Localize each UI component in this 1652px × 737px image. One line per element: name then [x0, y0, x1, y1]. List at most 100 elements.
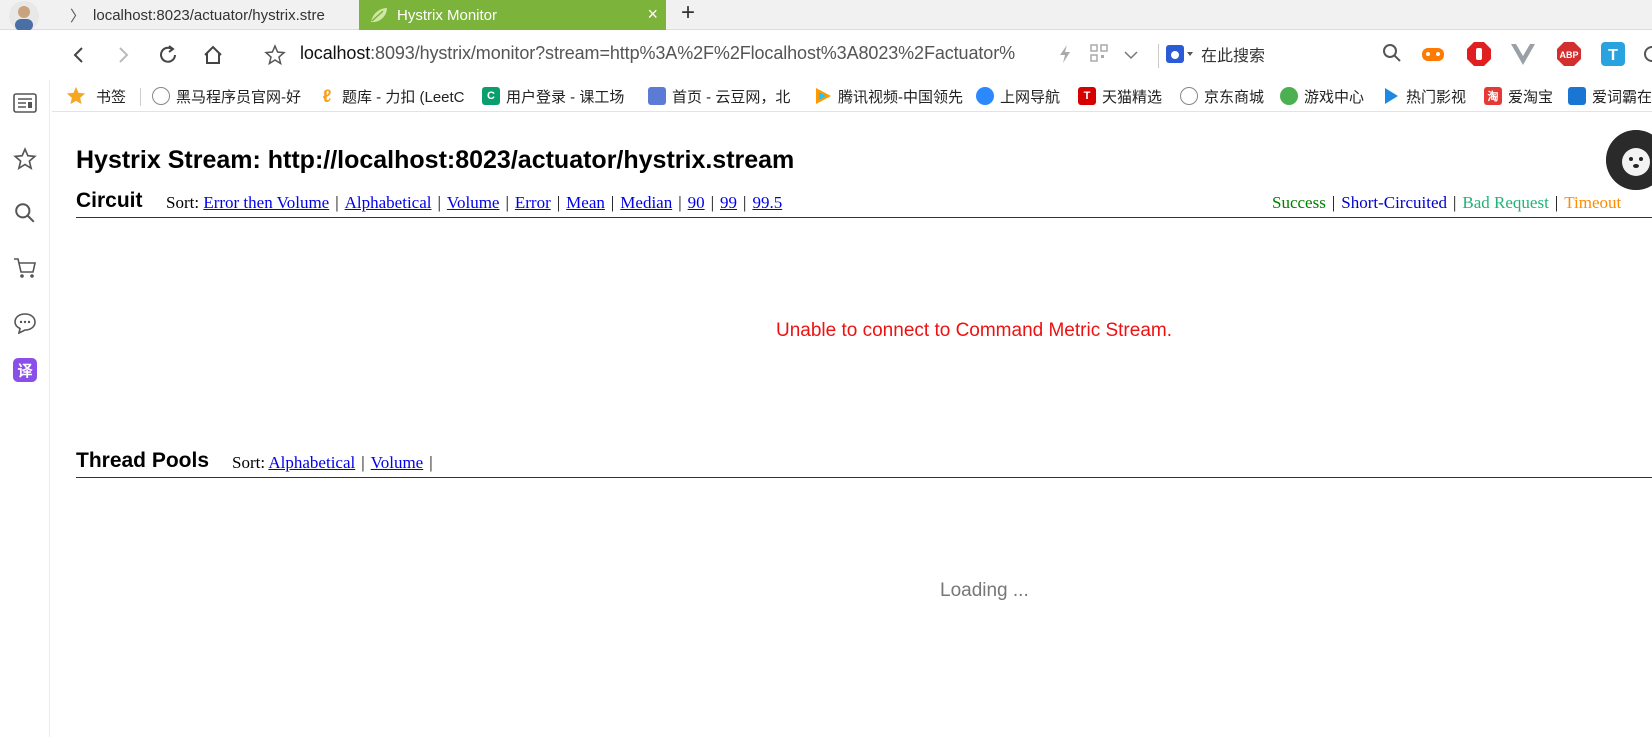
bookmark-star-icon[interactable]	[262, 42, 288, 68]
bookmark-item[interactable]: 书签	[66, 84, 126, 108]
bookmark-label: 游戏中心	[1304, 88, 1365, 106]
new-tab-button[interactable]: +	[676, 1, 700, 25]
back-button[interactable]	[66, 42, 92, 68]
bookmark-item[interactable]: C 用户登录 - 课工场	[482, 84, 632, 108]
home-button[interactable]	[200, 42, 226, 68]
thread-pools-section-header: Thread Pools Sort: Alphabetical | Volume |	[76, 448, 1652, 478]
legend-short-circuited: Short-Circuited	[1341, 193, 1447, 212]
chevron-down-icon[interactable]	[1124, 47, 1138, 65]
adblock-icon[interactable]	[1466, 41, 1492, 67]
sort-mean-link[interactable]: Mean	[566, 193, 605, 212]
news-icon[interactable]	[12, 90, 38, 116]
search-box[interactable]: 在此搜索	[1165, 42, 1265, 66]
circuit-heading: Circuit	[76, 189, 143, 212]
legend-success: Success	[1272, 193, 1326, 212]
avatar[interactable]	[4, 0, 42, 34]
yundou-icon	[648, 87, 666, 105]
bookmark-label: 书签	[96, 88, 127, 106]
bookmark-item[interactable]: 京东商城	[1180, 84, 1264, 108]
star-icon	[66, 86, 86, 106]
translate-extension-icon[interactable]: T	[1600, 41, 1626, 67]
url-path: :8093/hystrix/monitor?stream=http%3A%2F%…	[370, 43, 1015, 63]
page-title: Hystrix Stream: http://localhost:8023/ac…	[76, 146, 795, 174]
bookmark-item[interactable]: 上网导航	[976, 84, 1060, 108]
bookmark-item[interactable]: 热门影视	[1382, 84, 1466, 108]
bookmark-item[interactable]: 游戏中心	[1280, 84, 1364, 108]
navigation-bar: localhost:8093/hystrix/monitor?stream=ht…	[0, 30, 1652, 80]
globe-icon	[152, 87, 170, 105]
globe-icon	[1180, 87, 1198, 105]
address-bar[interactable]: localhost:8093/hystrix/monitor?stream=ht…	[300, 43, 1036, 64]
vue-devtools-icon[interactable]	[1510, 41, 1536, 67]
bookmark-item[interactable]: 腾讯视频-中国领先	[814, 84, 966, 108]
svg-text:ABP: ABP	[1559, 50, 1578, 60]
thread-pools-heading: Thread Pools	[76, 449, 210, 472]
sort-error-then-volume-link[interactable]: Error then Volume	[203, 193, 329, 212]
sort-99-5-link[interactable]: 99.5	[752, 193, 782, 212]
video-icon	[1382, 87, 1400, 105]
sort-label: Sort:	[232, 453, 266, 472]
bookmark-item[interactable]: T 天猫精选	[1078, 84, 1162, 108]
bookmark-label: 首页 - 云豆网，北	[672, 88, 791, 106]
lightning-icon[interactable]	[1058, 44, 1072, 69]
bookmark-item[interactable]: ℓ 题库 - 力扣 (LeetC	[318, 84, 472, 108]
search-engine-icon[interactable]	[1165, 43, 1193, 65]
game-extension-icon[interactable]	[1420, 41, 1446, 67]
kgc-icon: C	[482, 87, 500, 105]
bookmark-label: 黑马程序员官网-好	[176, 88, 301, 106]
bookmark-label: 用户登录 - 课工场	[506, 88, 625, 106]
sort-99-link[interactable]: 99	[720, 193, 737, 212]
bookmark-item[interactable]: 淘 爱淘宝	[1484, 84, 1553, 108]
star-icon[interactable]	[12, 146, 38, 172]
bookmark-label: 上网导航	[1000, 88, 1061, 106]
tmall-icon: T	[1078, 87, 1096, 105]
sort-alphabetical-link[interactable]: Alphabetical	[268, 453, 355, 472]
bookmarks-bar: 书签 黑马程序员官网-好 ℓ 题库 - 力扣 (LeetC C 用户登录 - 课…	[52, 80, 1652, 112]
sort-median-link[interactable]: Median	[620, 193, 672, 212]
thread-pools-sort-bar: Sort: Alphabetical | Volume |	[232, 453, 433, 472]
legend-bad-request: Bad Request	[1462, 193, 1549, 212]
bookmark-label: 天猫精选	[1102, 88, 1163, 106]
tencent-video-icon	[814, 87, 832, 105]
search-placeholder: 在此搜索	[1201, 48, 1266, 65]
bookmark-label: 爱淘宝	[1508, 88, 1554, 106]
forward-button[interactable]	[110, 42, 136, 68]
search-icon[interactable]	[12, 200, 38, 226]
reload-button[interactable]	[155, 42, 181, 68]
abp-icon[interactable]: ABP	[1556, 41, 1582, 67]
bookmark-label: 题库 - 力扣 (LeetC	[342, 88, 465, 106]
sort-error-link[interactable]: Error	[515, 193, 551, 212]
game-icon	[1280, 87, 1298, 105]
sort-volume-link[interactable]: Volume	[447, 193, 500, 212]
qr-code-icon[interactable]	[1090, 44, 1108, 67]
bookmark-label: 热门影视	[1406, 88, 1467, 106]
cart-icon[interactable]	[12, 255, 38, 281]
sort-volume-link[interactable]: Volume	[371, 453, 424, 472]
tab-hystrix-stream[interactable]: 〉 localhost:8023/actuator/hystrix.stre	[60, 0, 358, 30]
bookmark-item[interactable]: 黑马程序员官网-好	[152, 84, 324, 108]
close-tab-button[interactable]: ×	[647, 4, 658, 25]
circuit-sort-bar: Sort: Error then Volume | Alphabetical | Vol…	[166, 193, 783, 212]
bookmark-item[interactable]: 首页 - 云豆网，北	[648, 84, 798, 108]
search-icon[interactable]	[1382, 43, 1402, 68]
divider	[1158, 44, 1159, 68]
svg-text:T: T	[1608, 47, 1618, 64]
bookmark-label: 京东商城	[1204, 88, 1265, 106]
bookmark-label: 爱词霸在	[1592, 88, 1652, 106]
bookmark-item[interactable]: 爱词霸在	[1568, 84, 1652, 108]
bookmark-label: 腾讯视频-中国领先	[838, 88, 963, 106]
thread-pools-loading-text: Loading ...	[940, 580, 1029, 601]
extension-overflow-icon[interactable]	[1642, 41, 1652, 67]
nav-icon	[976, 87, 994, 105]
tab-prefix: 〉	[70, 7, 86, 25]
tab-strip: 〉 localhost:8023/actuator/hystrix.stre H…	[0, 0, 1652, 31]
chat-icon[interactable]	[12, 310, 38, 336]
sort-alphabetical-link[interactable]: Alphabetical	[345, 193, 432, 212]
browser-sidebar: 译	[0, 80, 50, 737]
sort-90-link[interactable]: 90	[688, 193, 705, 212]
hystrix-dashboard: Hystrix Stream: http://localhost:8023/ac…	[52, 112, 1652, 737]
leetcode-icon: ℓ	[322, 85, 332, 106]
translate-icon[interactable]: 译	[13, 358, 37, 382]
circuit-section-header: Circuit Sort: Error then Volume | Alphabet…	[76, 188, 1652, 218]
tab-hystrix-monitor[interactable]: Hystrix Monitor ×	[359, 0, 666, 30]
